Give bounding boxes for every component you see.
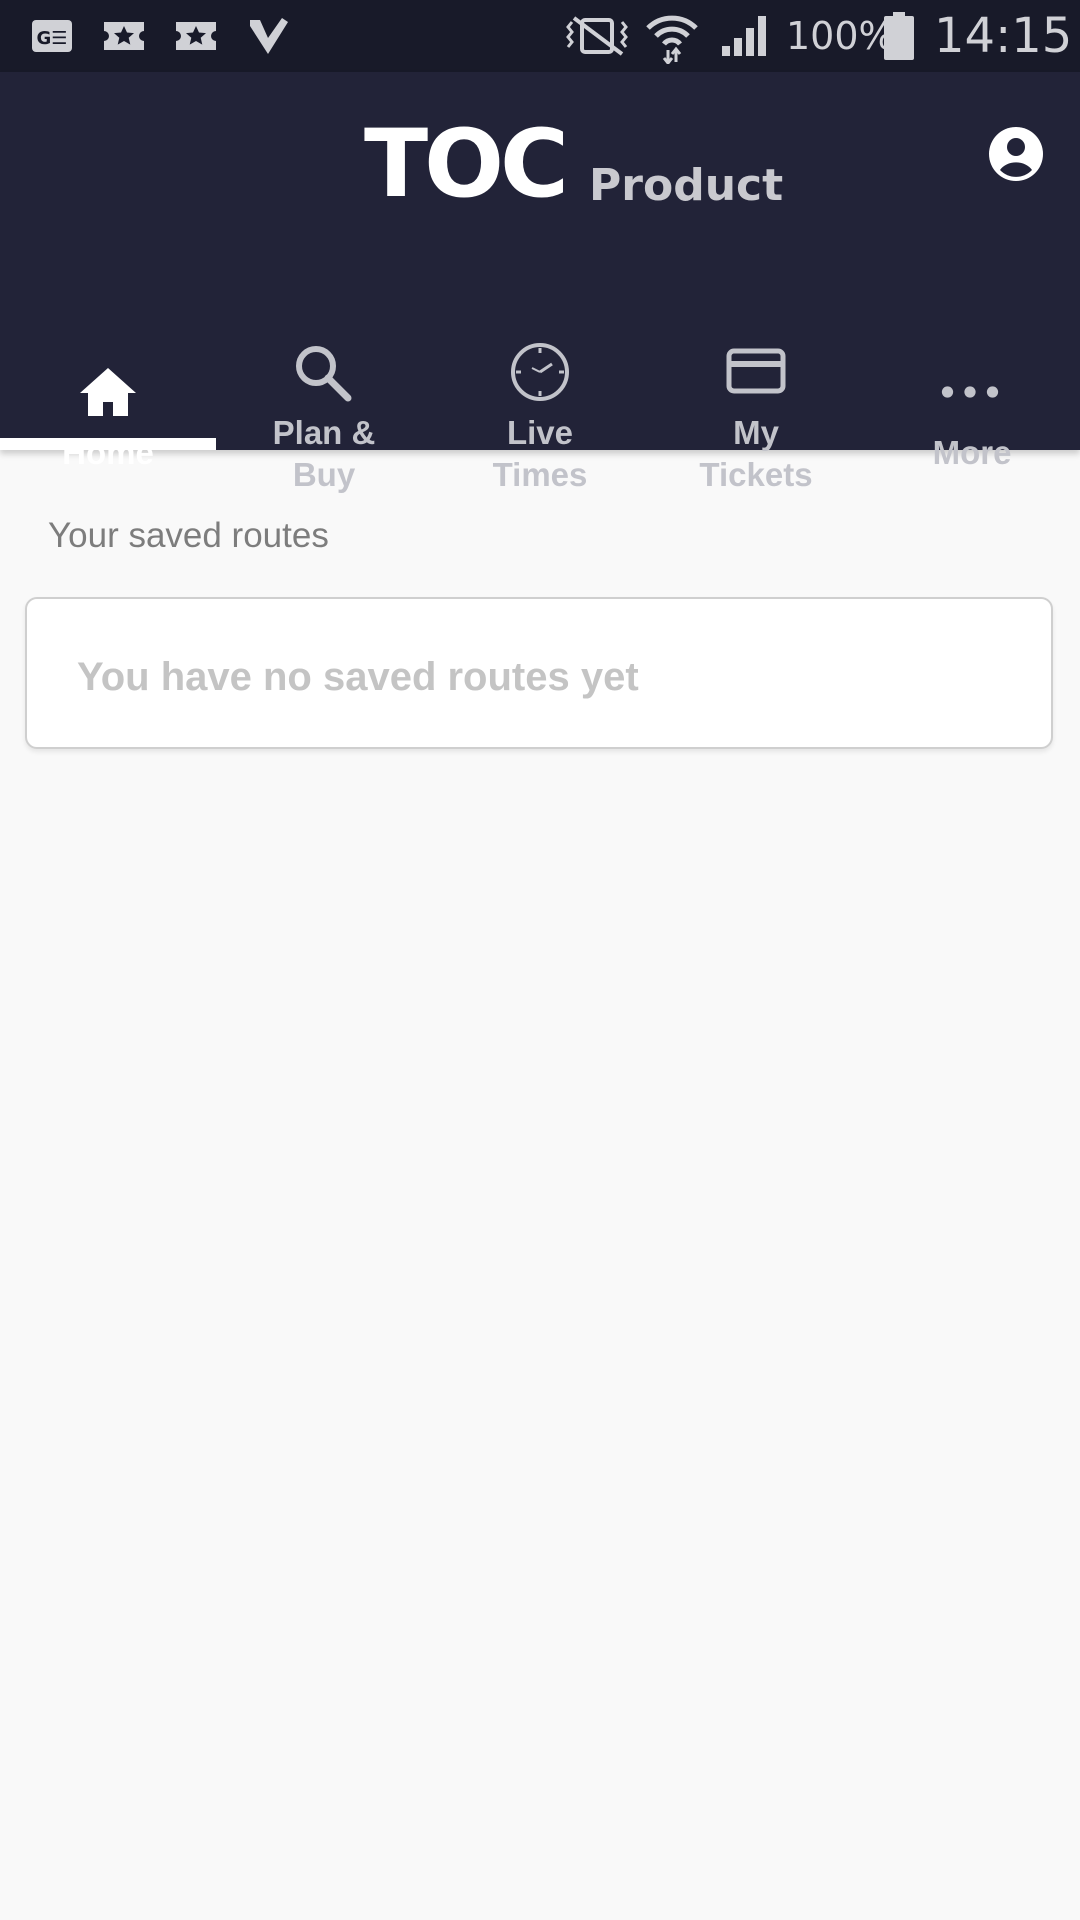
home-icon (78, 366, 138, 418)
brand-product: Product (589, 160, 784, 211)
tab-plan-buy[interactable]: Plan & Buy (216, 262, 432, 493)
app-header: TOC Product Home Plan & Buy Live Times M… (0, 72, 1080, 493)
status-bar: G☰ 100% 14:15 (0, 0, 1080, 72)
brand-name: TOC (364, 110, 569, 219)
tab-home[interactable]: Home (0, 262, 216, 471)
tab-live-times[interactable]: Live Times (432, 262, 648, 493)
clock-time: 14:15 (934, 8, 1073, 64)
clock-icon (510, 342, 570, 402)
app-logo: TOC Product (364, 112, 783, 212)
battery-icon (884, 12, 914, 60)
tab-my-tickets[interactable]: My Tickets (648, 262, 864, 493)
saved-routes-card: You have no saved routes yet (25, 597, 1053, 749)
svg-text:G☰: G☰ (37, 28, 68, 49)
vibrate-icon (560, 14, 634, 58)
search-icon (292, 342, 352, 402)
ticket-icon (174, 14, 218, 58)
wifi-icon (644, 14, 700, 64)
tab-label: More (932, 434, 1012, 471)
tab-label: My Tickets (699, 414, 813, 493)
tab-bar: Home Plan & Buy Live Times My Tickets Mo (0, 262, 1080, 493)
empty-state-message: You have no saved routes yet (77, 655, 639, 699)
ticket-card-icon (726, 348, 786, 394)
check-icon (246, 14, 290, 58)
tab-more[interactable]: More (864, 262, 1080, 471)
more-icon (940, 382, 1000, 402)
ticket-icon (102, 14, 146, 58)
tab-label: Plan & Buy (272, 414, 376, 493)
account-icon[interactable] (988, 126, 1044, 182)
ge-icon: G☰ (30, 14, 74, 58)
section-title: Your saved routes (48, 516, 329, 555)
tab-label: Live Times (492, 414, 588, 493)
signal-icon (720, 14, 772, 58)
battery-percent: 100% (786, 14, 895, 58)
active-tab-indicator (0, 438, 216, 450)
